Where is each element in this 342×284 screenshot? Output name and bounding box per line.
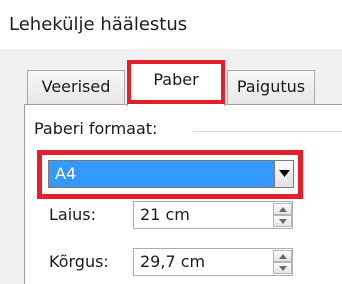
height-input[interactable]: 29,7 cm [133,248,293,276]
triangle-down-icon [279,170,290,177]
spin-down-arrow-icon [279,266,287,271]
paper-size-select[interactable]: A4 [48,160,274,188]
height-label: Kõrgus: [49,252,109,271]
spin-down-arrow-icon [279,219,287,224]
dropdown-button[interactable] [274,160,294,188]
tab-veerised[interactable]: Veerised [27,70,125,105]
height-spin-up[interactable] [273,250,292,262]
tab-paber[interactable]: Paber [127,60,225,106]
width-input[interactable]: 21 cm [133,201,293,229]
group-divider [193,131,342,132]
spin-up-arrow-icon [279,254,287,259]
paper-size-group-label: Paberi formaat: [34,119,158,138]
height-spin-down[interactable] [273,262,292,274]
tab-paigutus[interactable]: Paigutus [227,70,315,105]
width-spin-down[interactable] [273,215,292,227]
width-spin-up[interactable] [273,203,292,215]
width-label: Laius: [49,205,97,224]
dialog-title: Lehekülje häälestus [0,0,342,49]
spin-up-arrow-icon [279,207,287,212]
